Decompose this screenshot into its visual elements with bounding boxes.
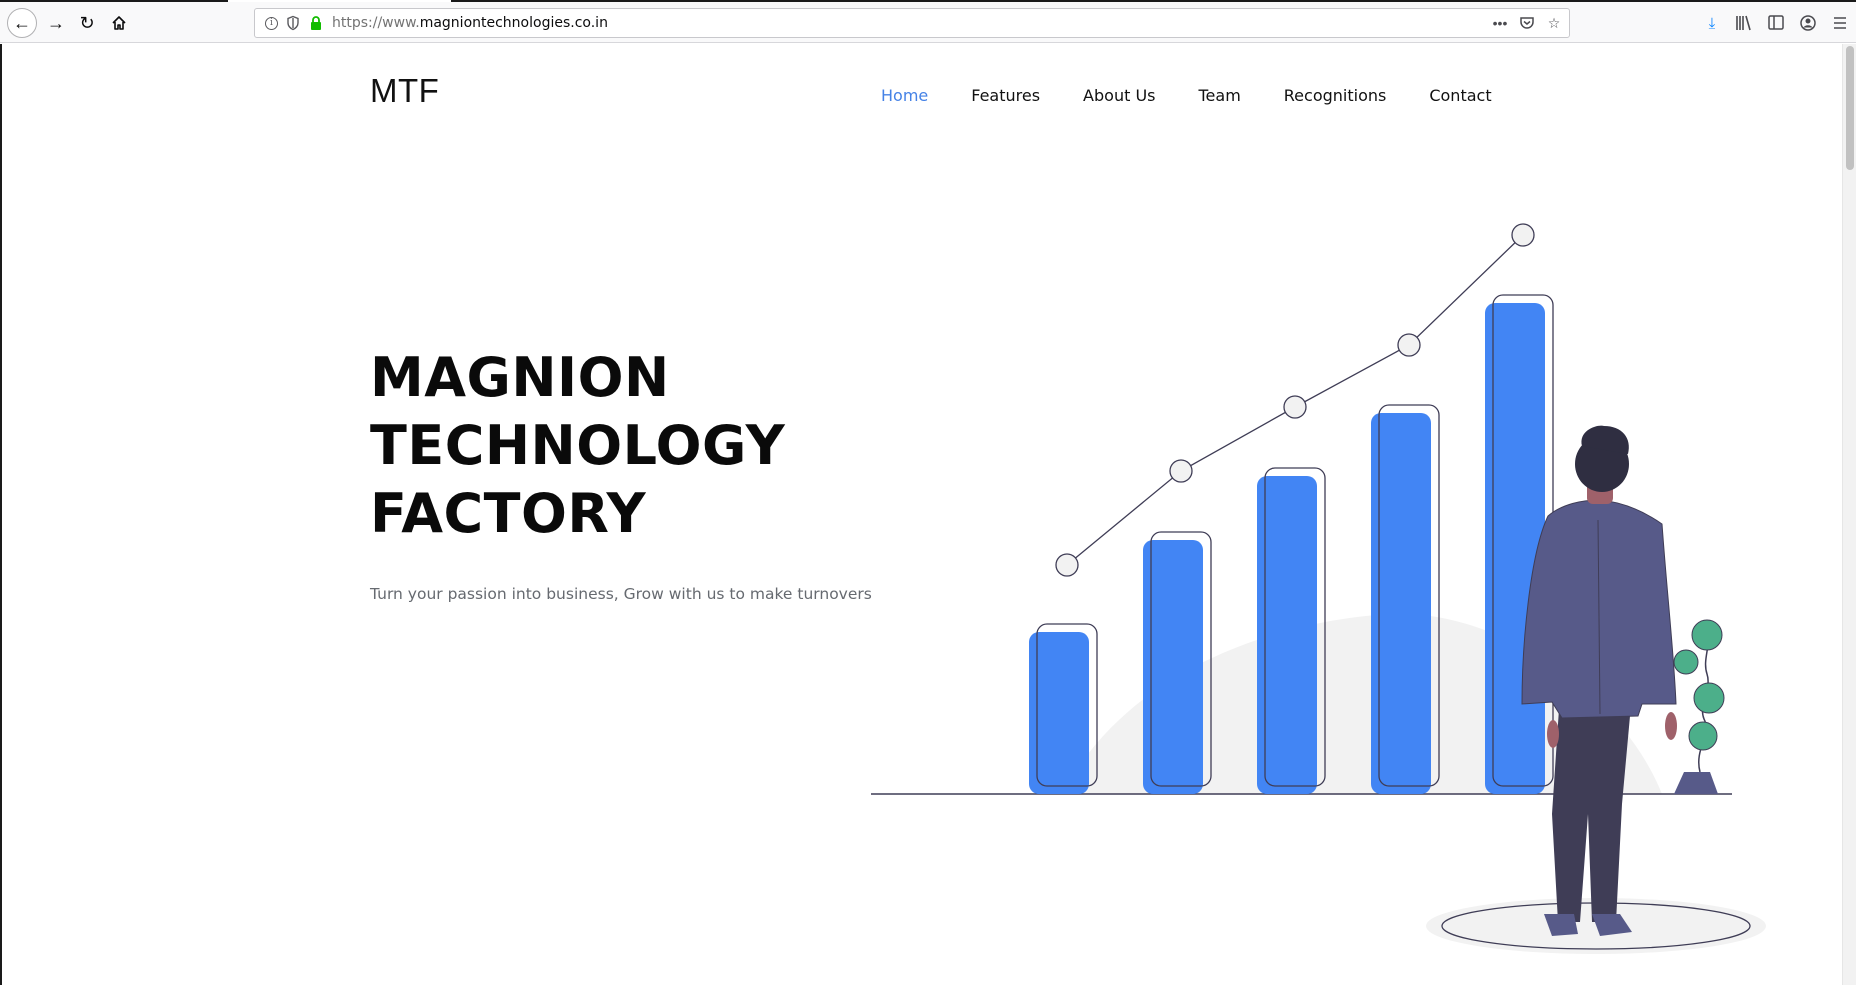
back-button[interactable]: ← bbox=[7, 8, 37, 38]
growth-bar bbox=[1257, 476, 1317, 794]
info-icon[interactable]: i bbox=[265, 16, 278, 30]
library-icon[interactable] bbox=[1728, 12, 1760, 34]
plant bbox=[1673, 619, 1725, 794]
person-legs bbox=[1552, 694, 1632, 922]
hero-illustration bbox=[871, 223, 1766, 954]
nav-features[interactable]: Features bbox=[971, 86, 1040, 105]
nav-contact[interactable]: Contact bbox=[1429, 86, 1491, 105]
growth-bar bbox=[1485, 303, 1545, 794]
hamburger-menu-icon[interactable] bbox=[1824, 12, 1856, 34]
main-navigation: Home Features About Us Team Recognitions… bbox=[881, 86, 1535, 105]
hero-subtitle: Turn your passion into business, Grow wi… bbox=[370, 585, 872, 603]
more-dots-icon[interactable]: ••• bbox=[1491, 14, 1509, 32]
hero-title: MAGNION TECHNOLOGY FACTORY bbox=[370, 344, 870, 548]
arrow-right-icon: → bbox=[47, 12, 65, 33]
sidebar-icon[interactable] bbox=[1760, 12, 1792, 34]
star-icon[interactable]: ☆ bbox=[1545, 14, 1563, 32]
trend-point bbox=[1055, 553, 1079, 577]
shield-icon[interactable] bbox=[285, 15, 301, 31]
reload-icon: ↻ bbox=[79, 12, 95, 33]
nav-home[interactable]: Home bbox=[881, 86, 928, 105]
trend-point bbox=[1511, 223, 1535, 247]
url-prefix: https://www. bbox=[332, 15, 420, 31]
pocket-icon[interactable] bbox=[1519, 15, 1535, 31]
download-icon[interactable]: ⤓ bbox=[1696, 12, 1728, 34]
forward-button[interactable]: → bbox=[41, 8, 71, 38]
person-hand bbox=[1547, 720, 1559, 748]
nav-about-us[interactable]: About Us bbox=[1083, 86, 1155, 105]
trend-point bbox=[1283, 395, 1307, 419]
plant-leaf bbox=[1673, 649, 1699, 675]
arrow-left-icon: ← bbox=[13, 12, 31, 33]
trend-point bbox=[1397, 333, 1421, 357]
trend-point bbox=[1169, 459, 1193, 483]
plant-leaf bbox=[1693, 682, 1725, 714]
page-viewport: MTF Home Features About Us Team Recognit… bbox=[0, 44, 1856, 985]
growth-bar bbox=[1029, 632, 1089, 794]
home-icon bbox=[112, 16, 126, 30]
person-hand bbox=[1665, 712, 1677, 740]
hero-title-line: TECHNOLOGY bbox=[370, 414, 786, 477]
plant-leaf bbox=[1688, 721, 1718, 751]
site-logo[interactable]: MTF bbox=[370, 72, 439, 110]
home-button[interactable] bbox=[104, 8, 134, 38]
browser-toolbar: ← → ↻ i https://www.magniontechnologies.… bbox=[0, 2, 1856, 43]
page-scrollbar[interactable] bbox=[1842, 44, 1856, 985]
address-bar[interactable]: i https://www.magniontechnologies.co.in … bbox=[254, 8, 1570, 38]
scrollbar-thumb[interactable] bbox=[1846, 46, 1854, 170]
nav-team[interactable]: Team bbox=[1198, 86, 1240, 105]
plant-leaf bbox=[1691, 619, 1723, 651]
url-domain: magniontechnologies.co.in bbox=[419, 15, 608, 31]
hero-title-line: FACTORY bbox=[370, 482, 647, 545]
plant-pot bbox=[1674, 772, 1718, 794]
growth-bar bbox=[1371, 413, 1431, 794]
reload-button[interactable]: ↻ bbox=[72, 8, 102, 38]
growth-bar bbox=[1143, 540, 1203, 794]
url-text[interactable]: https://www.magniontechnologies.co.in bbox=[332, 15, 608, 31]
nav-recognitions[interactable]: Recognitions bbox=[1284, 86, 1387, 105]
lock-icon[interactable] bbox=[308, 15, 324, 31]
account-icon[interactable] bbox=[1792, 12, 1824, 34]
hero-title-line: MAGNION bbox=[370, 346, 670, 409]
person bbox=[1521, 425, 1677, 936]
